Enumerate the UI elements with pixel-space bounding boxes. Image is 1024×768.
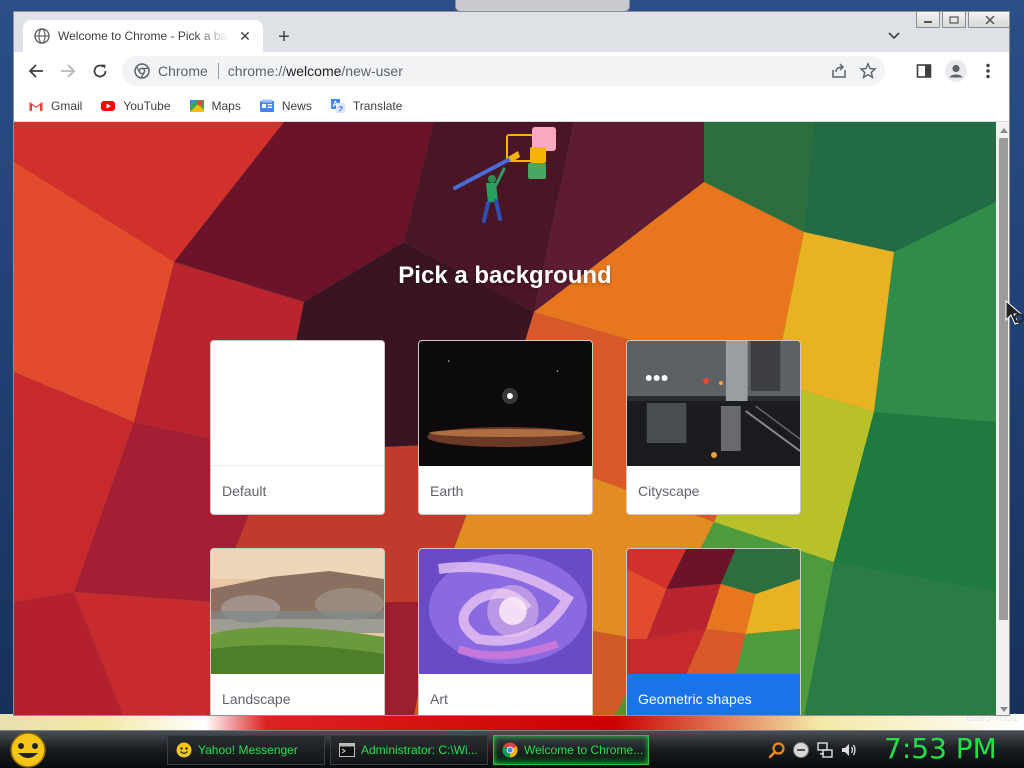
- background-option-landscape[interactable]: Landscape: [210, 548, 385, 715]
- minimize-icon[interactable]: [916, 12, 940, 28]
- tab-strip: Welcome to Chrome - Pick a background ✕ …: [14, 12, 1009, 52]
- taskbar-item-label: Welcome to Chrome...: [524, 743, 644, 757]
- maximize-icon[interactable]: [942, 12, 966, 28]
- kebab-menu-icon[interactable]: [976, 59, 1000, 83]
- maps-icon: [189, 98, 205, 114]
- geometric-shapes-thumbnail: [627, 549, 800, 674]
- taskbar-item-label: Yahoo! Messenger: [198, 743, 298, 757]
- desktop-wallpaper-strip: [0, 714, 1024, 730]
- taskbar-item-label: Administrator: C:\Wi...: [361, 743, 478, 757]
- search-tray-icon[interactable]: [768, 741, 786, 759]
- bookmark-maps[interactable]: Maps: [189, 98, 241, 114]
- mouse-cursor-icon: [1005, 300, 1024, 328]
- tab-welcome[interactable]: Welcome to Chrome - Pick a background ✕: [23, 20, 263, 52]
- translate-icon: [330, 98, 346, 114]
- back-arrow-icon[interactable]: [24, 59, 48, 83]
- background-option-art[interactable]: Art: [418, 548, 593, 715]
- bookmark-news[interactable]: News: [259, 98, 312, 114]
- profile-avatar-icon[interactable]: [944, 59, 968, 83]
- background-option-default[interactable]: Default: [210, 340, 385, 515]
- welcome-page: Pick a background Default Earth Cityscap…: [14, 122, 996, 715]
- command-prompt-icon: [339, 742, 355, 758]
- youtube-icon: [100, 98, 116, 114]
- painter-illustration: [453, 127, 556, 223]
- origin-chip: Chrome: [158, 63, 208, 79]
- background-option-label: Geometric shapes: [627, 674, 800, 715]
- art-thumbnail: [419, 549, 592, 674]
- default-thumbnail: [211, 341, 384, 466]
- background-option-label: Cityscape: [638, 483, 700, 499]
- address-bar[interactable]: Chrome chrome://welcome/new-user: [122, 56, 885, 86]
- side-panel-icon[interactable]: [912, 59, 936, 83]
- globe-icon: [34, 28, 50, 44]
- scrollbar-thumb[interactable]: [999, 138, 1008, 620]
- taskbar-item-chrome[interactable]: Welcome to Chrome...: [493, 735, 649, 765]
- messenger-status-tray-icon[interactable]: [792, 741, 810, 759]
- page-heading: Pick a background: [398, 262, 612, 289]
- bookmark-youtube[interactable]: YouTube: [100, 98, 171, 114]
- tab-search-chevron-icon[interactable]: [884, 26, 904, 46]
- url-host: welcome: [286, 63, 342, 79]
- scroll-down-arrow-icon[interactable]: [996, 702, 1009, 715]
- browser-toolbar: Chrome chrome://welcome/new-user: [14, 52, 1009, 90]
- background-option-label: Earth: [430, 483, 464, 499]
- landscape-thumbnail: [211, 549, 384, 674]
- background-option-geometric-shapes[interactable]: Geometric shapes: [626, 548, 801, 715]
- taskbar-clock[interactable]: 7:53 PM: [884, 732, 997, 765]
- bookmark-label: Gmail: [51, 98, 83, 113]
- bookmark-label: Translate: [352, 98, 403, 113]
- bookmark-star-icon[interactable]: [859, 62, 877, 80]
- bookmark-gmail[interactable]: Gmail: [28, 98, 82, 114]
- url-prefix: chrome://: [227, 63, 287, 79]
- chrome-icon: [502, 742, 518, 758]
- reload-icon[interactable]: [88, 59, 112, 83]
- taskbar: Yahoo! Messenger Administrator: C:\Wi...…: [0, 730, 1024, 768]
- chrome-window: Welcome to Chrome - Pick a background ✕ …: [13, 11, 1010, 716]
- network-tray-icon[interactable]: [816, 741, 834, 759]
- news-icon: [259, 98, 275, 114]
- taskbar-item-command-prompt[interactable]: Administrator: C:\Wi...: [330, 735, 488, 765]
- bookmark-label: News: [281, 98, 312, 113]
- scroll-up-arrow-icon[interactable]: [996, 123, 1009, 137]
- bookmark-label: YouTube: [123, 98, 171, 113]
- background-option-cityscape[interactable]: Cityscape: [626, 340, 801, 515]
- share-icon[interactable]: [830, 62, 848, 80]
- background-option-label: Landscape: [222, 691, 291, 707]
- background-option-label: Default: [222, 483, 267, 499]
- omnibox-separator: [217, 63, 219, 79]
- window-controls: [916, 12, 1009, 28]
- start-smiley-icon[interactable]: [8, 732, 48, 768]
- background-option-earth[interactable]: Earth: [418, 340, 593, 515]
- bookmark-label: Maps: [211, 98, 241, 113]
- page-scrollbar[interactable]: [996, 122, 1009, 715]
- volume-tray-icon[interactable]: [840, 741, 858, 759]
- cityscape-thumbnail: [627, 341, 800, 466]
- bookmarks-bar: Gmail YouTube Maps News Translate: [14, 90, 1009, 122]
- new-tab-button[interactable]: +: [272, 25, 296, 49]
- tab-title: Welcome to Chrome - Pick a background: [58, 29, 229, 43]
- url-text: chrome://welcome/new-user: [228, 63, 403, 79]
- gmail-icon: [28, 98, 44, 114]
- background-option-label: Art: [430, 691, 448, 707]
- bookmark-translate[interactable]: Translate: [330, 98, 403, 114]
- forward-arrow-icon[interactable]: [56, 59, 80, 83]
- window-close-icon[interactable]: [968, 12, 1009, 28]
- chrome-site-icon: [134, 63, 150, 79]
- earth-thumbnail: [419, 341, 592, 466]
- url-path: /new-user: [341, 63, 403, 79]
- yahoo-messenger-icon: [176, 742, 192, 758]
- tab-close-icon[interactable]: ✕: [237, 28, 253, 44]
- taskbar-item-yahoo-messenger[interactable]: Yahoo! Messenger: [167, 735, 325, 765]
